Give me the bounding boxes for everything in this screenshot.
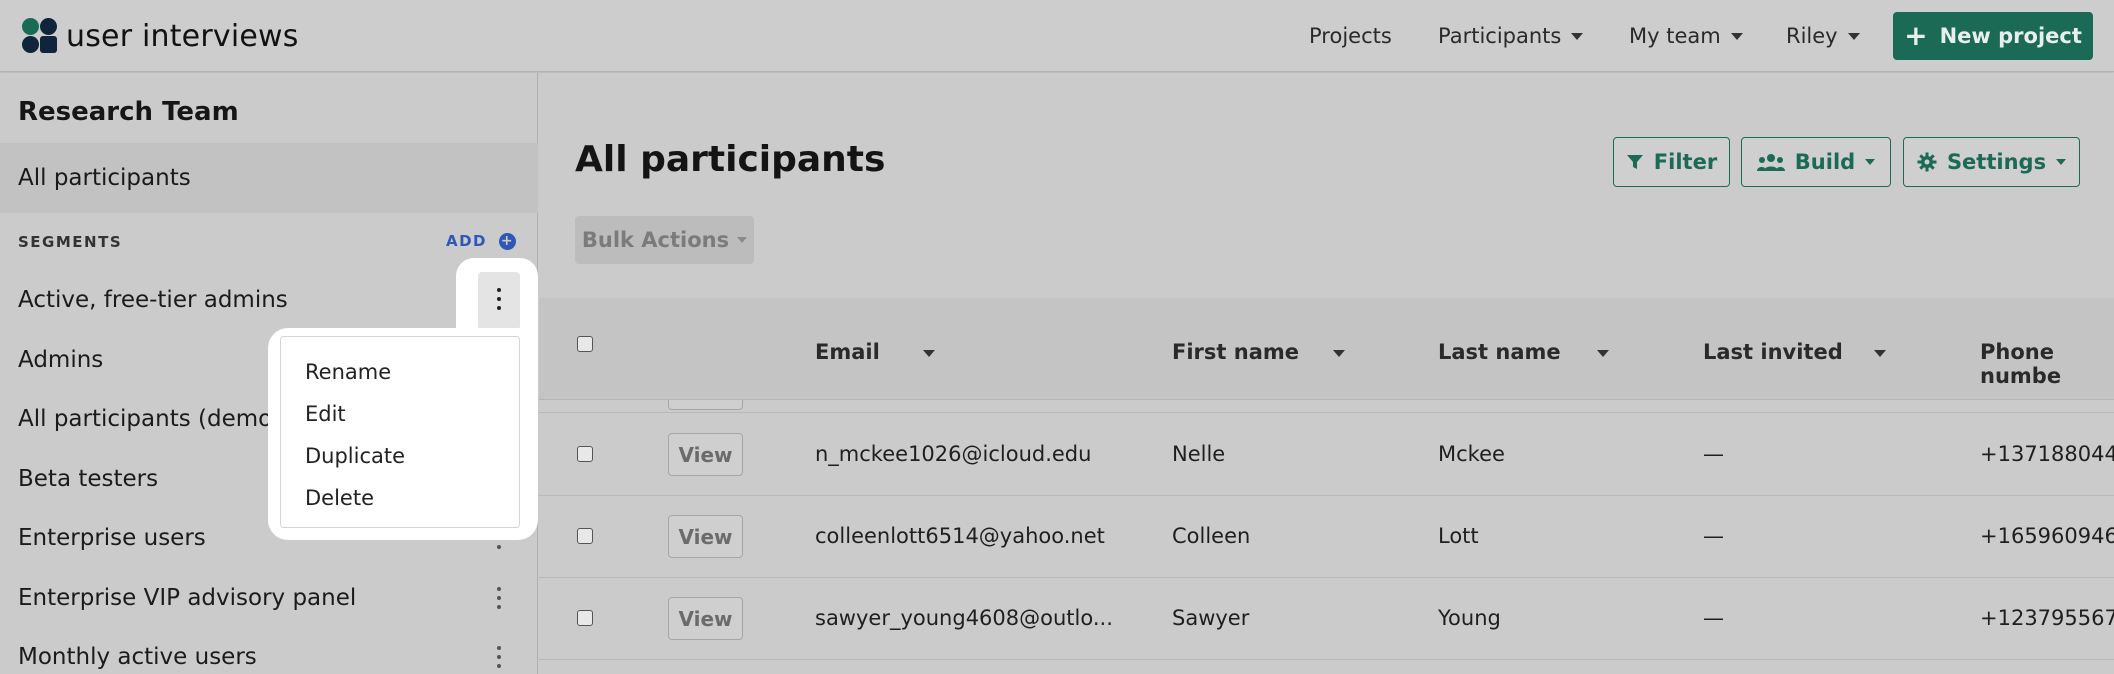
cell-first-name: Nelle bbox=[1172, 442, 1226, 466]
settings-label: Settings bbox=[1946, 150, 2047, 174]
sort-icon[interactable] bbox=[923, 350, 935, 357]
new-project-label: New project bbox=[1939, 24, 2082, 48]
segment-item[interactable]: Active, free-tier admins bbox=[18, 287, 288, 313]
chevron-down-icon bbox=[737, 237, 748, 243]
chevron-down-icon bbox=[2056, 159, 2067, 165]
table-header: Email First name Last name Last invited … bbox=[539, 298, 2114, 400]
nav-participants[interactable]: Participants bbox=[1438, 0, 1584, 72]
segment-more-icon[interactable] bbox=[494, 587, 504, 609]
cell-email: sawyer_young4608@outlo... bbox=[815, 606, 1113, 630]
cell-email: n_mckee1026@icloud.edu bbox=[815, 442, 1092, 466]
build-button[interactable]: Build bbox=[1741, 137, 1891, 187]
segment-item[interactable]: Monthly active users bbox=[18, 644, 257, 670]
new-project-button[interactable]: + New project bbox=[1893, 12, 2093, 60]
menu-item-duplicate[interactable]: Duplicate bbox=[281, 435, 519, 477]
sort-icon[interactable] bbox=[1333, 350, 1345, 357]
row-checkbox[interactable] bbox=[577, 528, 593, 544]
filter-label: Filter bbox=[1653, 150, 1718, 174]
table-row bbox=[539, 400, 2114, 413]
nav-projects[interactable]: Projects bbox=[1309, 0, 1392, 72]
cell-phone: +12379556740 bbox=[1980, 606, 2114, 630]
segment-item[interactable]: Admins bbox=[18, 347, 103, 373]
menu-item-delete[interactable]: Delete bbox=[281, 477, 519, 519]
cell-last-invited: — bbox=[1703, 442, 1724, 466]
segment-item[interactable]: Beta testers bbox=[18, 466, 158, 492]
plus-icon: + bbox=[1904, 19, 1928, 52]
cell-email: colleenlott6514@yahoo.net bbox=[815, 524, 1105, 548]
segments-heading: SEGMENTS bbox=[18, 233, 123, 251]
view-button[interactable] bbox=[668, 400, 743, 410]
sort-icon[interactable] bbox=[1597, 350, 1609, 357]
page-title: All participants bbox=[575, 139, 886, 180]
cell-last-invited: — bbox=[1703, 606, 1724, 630]
bulk-actions-label: Bulk Actions bbox=[581, 228, 730, 252]
build-label: Build bbox=[1794, 150, 1856, 174]
column-header-last-invited[interactable]: Last invited bbox=[1703, 340, 1843, 364]
column-header-last-name[interactable]: Last name bbox=[1438, 340, 1561, 364]
gear-icon bbox=[1917, 152, 1937, 172]
segment-context-menu-backdrop: Rename Edit Duplicate Delete bbox=[268, 328, 538, 540]
sidebar-item-label: All participants bbox=[18, 165, 191, 191]
view-button[interactable]: View bbox=[668, 433, 743, 476]
users-icon bbox=[1756, 154, 1785, 171]
nav-projects-label: Projects bbox=[1309, 24, 1392, 48]
segment-context-menu: Rename Edit Duplicate Delete bbox=[280, 336, 520, 528]
brand-name: user interviews bbox=[66, 18, 299, 54]
plus-circle-icon: + bbox=[499, 232, 517, 250]
menu-item-rename[interactable]: Rename bbox=[281, 351, 519, 393]
bulk-actions-button[interactable]: Bulk Actions bbox=[575, 216, 754, 264]
chevron-down-icon bbox=[1865, 159, 1876, 165]
cell-phone: +16596094660 bbox=[1980, 524, 2114, 548]
table-row: View sawyer_young4608@outlo... Sawyer Yo… bbox=[539, 578, 2114, 660]
filter-icon bbox=[1626, 155, 1643, 169]
table-row: View colleenlott6514@yahoo.net Colleen L… bbox=[539, 496, 2114, 578]
team-name: Research Team bbox=[18, 97, 239, 127]
more-vertical-icon bbox=[494, 288, 504, 310]
nav-user-label: Riley bbox=[1786, 24, 1838, 48]
segment-more-icon[interactable] bbox=[494, 646, 504, 668]
sidebar-item-all-participants[interactable]: All participants bbox=[0, 143, 538, 213]
cell-last-name: Young bbox=[1438, 606, 1501, 630]
sort-icon[interactable] bbox=[1874, 350, 1886, 357]
select-all-checkbox[interactable] bbox=[577, 336, 593, 352]
cell-last-name: Mckee bbox=[1438, 442, 1505, 466]
segment-item[interactable]: Enterprise users bbox=[18, 525, 206, 551]
segment-item[interactable]: Enterprise VIP advisory panel bbox=[18, 585, 356, 611]
row-checkbox[interactable] bbox=[577, 610, 593, 626]
nav-my-team-label: My team bbox=[1629, 24, 1721, 48]
table-row: View n_mckee1026@icloud.edu Nelle Mckee … bbox=[539, 414, 2114, 496]
cell-last-invited: — bbox=[1703, 524, 1724, 548]
column-header-first-name[interactable]: First name bbox=[1172, 340, 1299, 364]
chevron-down-icon bbox=[1571, 32, 1584, 40]
top-navigation-bar: user interviews Projects Participants My… bbox=[0, 0, 2114, 72]
chevron-down-icon bbox=[1730, 32, 1743, 40]
segment-more-button[interactable] bbox=[478, 272, 520, 330]
menu-item-edit[interactable]: Edit bbox=[281, 393, 519, 435]
view-button[interactable]: View bbox=[668, 597, 743, 640]
nav-user-menu[interactable]: Riley bbox=[1786, 0, 1860, 72]
nav-my-team[interactable]: My team bbox=[1629, 0, 1743, 72]
row-checkbox[interactable] bbox=[577, 446, 593, 462]
cell-phone: +13718804493 bbox=[1980, 442, 2114, 466]
add-segment-label: ADD bbox=[446, 232, 488, 250]
nav-participants-label: Participants bbox=[1438, 24, 1562, 48]
view-button[interactable]: View bbox=[668, 515, 743, 558]
settings-button[interactable]: Settings bbox=[1903, 137, 2080, 187]
cell-first-name: Colleen bbox=[1172, 524, 1251, 548]
participants-main: All participants Filter Build Settings B… bbox=[539, 73, 2114, 674]
filter-button[interactable]: Filter bbox=[1613, 137, 1730, 187]
column-header-phone[interactable]: Phone numbe bbox=[1980, 340, 2114, 388]
add-segment-button[interactable]: ADD + bbox=[446, 232, 517, 250]
segment-item[interactable]: All participants (demo) bbox=[18, 406, 281, 432]
column-header-email[interactable]: Email bbox=[815, 340, 880, 364]
cell-last-name: Lott bbox=[1438, 524, 1479, 548]
chevron-down-icon bbox=[1847, 32, 1860, 40]
brand-logo[interactable]: user interviews bbox=[22, 18, 299, 54]
cell-first-name: Sawyer bbox=[1172, 606, 1250, 630]
logo-mark-icon bbox=[22, 18, 58, 54]
